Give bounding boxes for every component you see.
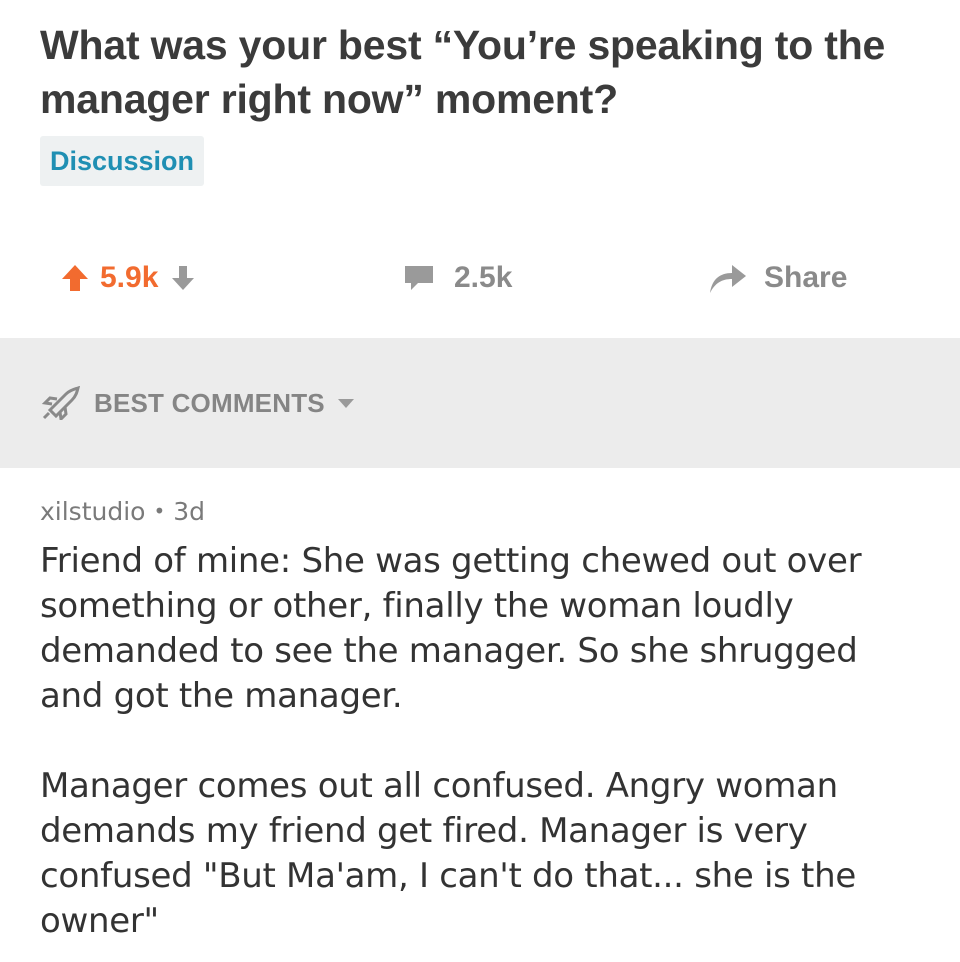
share-label: Share: [764, 261, 848, 294]
comment-author[interactable]: xilstudio: [40, 497, 145, 526]
share-arrow-icon: [706, 261, 748, 295]
post-header: What was your best “You’re speaking to t…: [0, 0, 960, 186]
comment-paragraph: Manager comes out all confused. Angry wo…: [40, 766, 856, 941]
sort-label: BEST COMMENTS: [94, 387, 325, 418]
comment: xilstudio • 3d Friend of mine: She was get…: [40, 492, 930, 944]
sort-bar: BEST COMMENTS: [0, 338, 960, 468]
action-bar: 5.9k 2.5k Share: [0, 238, 960, 318]
vote-score: 5.9k: [100, 261, 159, 294]
rocket-icon: [40, 386, 80, 420]
comment-count: 2.5k: [454, 261, 513, 294]
flair-badge[interactable]: Discussion: [40, 136, 205, 186]
sort-dropdown[interactable]: BEST COMMENTS: [40, 386, 355, 420]
comment-paragraph: Friend of mine: She was getting chewed o…: [40, 541, 862, 716]
post-title: What was your best “You’re speaking to t…: [40, 22, 886, 122]
vote-group: 5.9k: [60, 238, 196, 318]
comment-age: 3d: [173, 497, 206, 526]
comments-button[interactable]: 2.5k: [402, 238, 512, 318]
comment-meta: xilstudio • 3d: [40, 492, 930, 533]
chevron-down-icon: [337, 397, 355, 409]
arrow-up-icon[interactable]: [60, 263, 90, 293]
share-button[interactable]: Share: [706, 238, 847, 318]
speech-bubble-icon: [402, 263, 436, 293]
meta-separator: •: [153, 499, 166, 523]
arrow-down-icon[interactable]: [170, 264, 196, 292]
comment-body: Friend of mine: She was getting chewed o…: [40, 539, 930, 944]
